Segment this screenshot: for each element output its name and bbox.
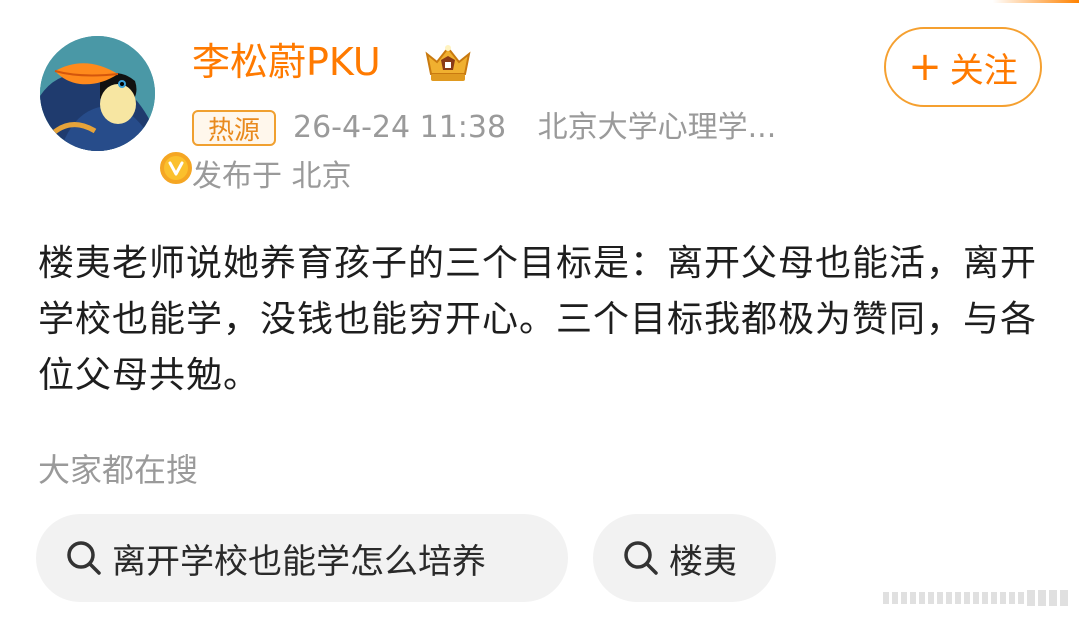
toucan-avatar-image xyxy=(40,36,155,151)
post-source[interactable]: 北京大学心理学... xyxy=(538,110,777,145)
search-chip-1[interactable]: 离开学校也能学怎么培养 xyxy=(36,514,568,602)
follow-label: 关注 xyxy=(949,50,1018,91)
search-icon xyxy=(624,541,658,575)
search-chip-label: 楼夷 xyxy=(669,541,737,582)
hot-source-badge[interactable]: 热源 xyxy=(192,110,276,146)
post-content: 楼夷老师说她养育孩子的三个目标是：离开父母也能活，离开学校也能学，没钱也能穷开心… xyxy=(38,243,1038,396)
post-timestamp: 26-4-24 11:38 xyxy=(293,110,507,145)
trending-search-title: 大家都在搜 xyxy=(38,451,199,489)
post-meta: 26-4-24 11:38 北京大学心理学... xyxy=(293,108,776,148)
verified-badge-icon xyxy=(157,149,195,187)
search-chip-2[interactable]: 楼夷 xyxy=(593,514,776,602)
search-icon xyxy=(67,541,101,575)
avatar[interactable] xyxy=(40,36,195,187)
username[interactable]: 李松蔚PKU xyxy=(192,38,381,86)
watermark-barcode xyxy=(883,586,1068,610)
post-location: 发布于 北京 xyxy=(192,159,352,194)
crown-membership-icon[interactable] xyxy=(423,42,473,84)
plus-icon: + xyxy=(908,44,942,90)
top-edge-accent xyxy=(0,0,1079,3)
search-chip-label: 离开学校也能学怎么培养 xyxy=(112,541,486,582)
follow-button[interactable]: + 关注 xyxy=(884,27,1042,107)
